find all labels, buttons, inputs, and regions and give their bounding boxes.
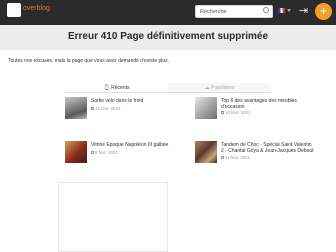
article-title[interactable]: Vitrine Epoque Napoléon III galbée [91, 142, 168, 148]
calendar-icon [221, 156, 224, 160]
tab-recent[interactable]: ⌚ Récents [65, 83, 168, 93]
chevron-down-icon[interactable] [287, 9, 291, 12]
calendar-icon [91, 151, 94, 155]
article-date: 12 févr. 2021 [91, 106, 120, 111]
article-thumbnail[interactable] [195, 97, 217, 119]
search-input[interactable]: Recherche [195, 5, 273, 18]
language-flag-icon[interactable] [278, 8, 285, 13]
sidebar-box [58, 182, 168, 252]
main-content: Toutes nos excuses, mais la page que vou… [0, 50, 336, 252]
logo-icon[interactable] [7, 3, 21, 17]
create-button[interactable]: + [315, 3, 332, 20]
article-date: 11 févr. 2021 [221, 155, 250, 160]
brand-name[interactable]: overblog [23, 5, 50, 12]
article-title[interactable]: Top 6 des avantages des meubles d'occasi… [221, 98, 303, 110]
article-date: 10 févr. 2021 [221, 110, 250, 115]
page-title: Erreur 410 Page définitivement supprimée [67, 31, 269, 42]
login-button[interactable]: ⇥ [295, 3, 312, 20]
error-message: Toutes nos excuses, mais la page que vou… [8, 58, 170, 64]
article-date: 9 févr. 2021 [91, 150, 118, 155]
calendar-icon [221, 111, 224, 115]
article-thumbnail[interactable] [65, 97, 87, 119]
top-bar: overblog Recherche ⇥ + [0, 0, 336, 25]
article-title[interactable]: Sortie vélo dans le froid [91, 98, 143, 104]
article-title-line2[interactable]: 2 - Chantal Goya & Jean-Jacques Debout [221, 148, 314, 154]
calendar-icon [91, 107, 94, 111]
tab-popular[interactable]: ☁ Populaires [168, 83, 271, 93]
article-thumbnail[interactable] [65, 141, 87, 163]
search-icon[interactable] [263, 7, 269, 13]
article-thumbnail[interactable] [195, 141, 217, 163]
